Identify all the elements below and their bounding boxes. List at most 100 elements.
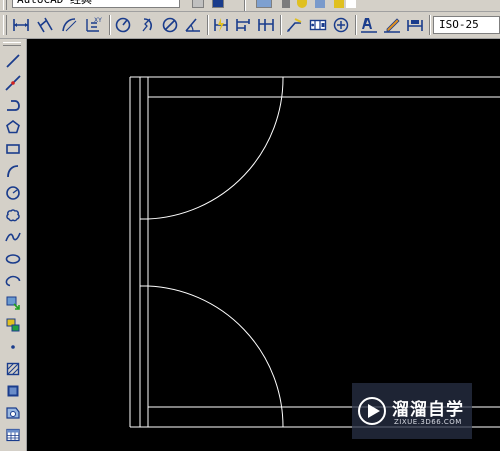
insert-block-icon bbox=[6, 296, 20, 310]
toolbar-grip[interactable] bbox=[3, 0, 7, 10]
toolbar-separator bbox=[244, 0, 246, 11]
radius-dim-icon bbox=[115, 17, 131, 33]
watermark-logo-icon bbox=[358, 397, 386, 425]
baseline-dim-icon bbox=[236, 19, 250, 31]
jogged-dim-icon bbox=[142, 18, 152, 32]
upper-door-swing-arc bbox=[147, 76, 284, 220]
dimension-update-button[interactable] bbox=[405, 15, 425, 35]
dimension-edit-button[interactable] bbox=[359, 15, 379, 35]
diameter-dimension-button[interactable] bbox=[160, 15, 180, 35]
top-toolbar-strip: AutoCAD 经典 bbox=[0, 0, 500, 12]
leader-icon bbox=[287, 18, 302, 32]
watermark-url: ZIXUE.3D66.COM bbox=[394, 418, 462, 426]
make-block-icon bbox=[6, 318, 20, 332]
baseline-dimension-button[interactable] bbox=[233, 15, 253, 35]
toolbar-separator bbox=[207, 15, 209, 35]
line-button[interactable] bbox=[3, 51, 23, 71]
center-mark-icon bbox=[333, 17, 349, 33]
region-button[interactable] bbox=[3, 403, 23, 423]
construction-line-button[interactable] bbox=[3, 73, 23, 93]
watermark: 溜溜自学 ZIXUE.3D66.COM bbox=[352, 383, 472, 439]
dimension-text-edit-button[interactable] bbox=[382, 15, 402, 35]
linear-dim-icon bbox=[13, 19, 29, 31]
ellipse-arc-button[interactable] bbox=[3, 271, 23, 291]
aligned-dim-icon bbox=[37, 17, 53, 33]
polyline-button[interactable] bbox=[3, 95, 23, 115]
polygon-button[interactable] bbox=[3, 117, 23, 137]
hatch-button[interactable] bbox=[3, 359, 23, 379]
arc-length-button[interactable] bbox=[59, 15, 79, 35]
ordinate-dimension-button[interactable]: XY bbox=[83, 15, 103, 35]
toolbar-grip[interactable] bbox=[3, 42, 21, 46]
dimension-style-combo[interactable]: ISO-25 bbox=[433, 16, 500, 34]
circle-button[interactable] bbox=[3, 183, 23, 203]
layer-on-icon[interactable] bbox=[297, 0, 307, 8]
arc-button[interactable] bbox=[3, 161, 23, 181]
continue-dim-icon bbox=[258, 19, 274, 31]
quick-dimension-button[interactable] bbox=[211, 15, 231, 35]
insert-block-button[interactable] bbox=[3, 293, 23, 313]
toolbar-separator bbox=[280, 15, 282, 35]
region-icon bbox=[6, 407, 20, 419]
toolbar-grip[interactable] bbox=[3, 15, 7, 35]
diameter-dim-icon bbox=[162, 17, 178, 33]
wall-line-inner bbox=[139, 77, 149, 427]
line-icon bbox=[6, 54, 20, 68]
layer-lock-icon[interactable] bbox=[334, 0, 344, 8]
point-button[interactable] bbox=[3, 337, 23, 357]
door-frame bbox=[129, 76, 500, 428]
dim-edit-icon bbox=[361, 18, 377, 33]
hatch-icon bbox=[6, 362, 20, 376]
table-icon bbox=[6, 428, 20, 442]
workspace-combo[interactable]: AutoCAD 经典 bbox=[12, 0, 180, 8]
aligned-dimension-button[interactable] bbox=[35, 15, 55, 35]
workspace-settings-button[interactable] bbox=[192, 0, 204, 8]
toolbar-separator bbox=[109, 15, 111, 35]
dimension-toolbar: XY ISO-25 bbox=[0, 12, 500, 39]
gradient-icon bbox=[7, 385, 19, 397]
tolerance-button[interactable] bbox=[308, 15, 328, 35]
draw-toolbar bbox=[0, 39, 27, 451]
tolerance-icon bbox=[309, 19, 327, 31]
center-mark-button[interactable] bbox=[331, 15, 351, 35]
polyline-icon bbox=[7, 100, 20, 111]
layer-state-icon[interactable] bbox=[282, 0, 290, 8]
layer-color-icon[interactable] bbox=[346, 0, 356, 8]
revision-cloud-button[interactable] bbox=[3, 205, 23, 225]
layer-manager-button[interactable] bbox=[256, 0, 272, 8]
gradient-button[interactable] bbox=[3, 381, 23, 401]
revision-cloud-icon bbox=[6, 209, 20, 222]
spline-button[interactable] bbox=[3, 227, 23, 247]
quick-leader-button[interactable] bbox=[284, 15, 304, 35]
workspace-save-button[interactable] bbox=[212, 0, 224, 8]
polygon-icon bbox=[6, 120, 20, 134]
dim-update-icon bbox=[407, 20, 423, 31]
angular-dimension-button[interactable] bbox=[183, 15, 203, 35]
circle-icon bbox=[6, 186, 20, 200]
rectangle-icon bbox=[6, 144, 20, 154]
ellipse-button[interactable] bbox=[3, 249, 23, 269]
linear-dimension-button[interactable] bbox=[11, 15, 31, 35]
radius-dimension-button[interactable] bbox=[113, 15, 133, 35]
point-icon bbox=[11, 345, 15, 349]
toolbar-separator bbox=[429, 15, 431, 35]
dim-text-edit-icon bbox=[384, 18, 400, 33]
toolbar-separator bbox=[355, 15, 357, 35]
make-block-button[interactable] bbox=[3, 315, 23, 335]
ellipse-icon bbox=[5, 254, 21, 264]
jogged-dimension-button[interactable] bbox=[137, 15, 157, 35]
spline-icon bbox=[5, 232, 21, 242]
continue-dimension-button[interactable] bbox=[256, 15, 276, 35]
table-button[interactable] bbox=[3, 425, 23, 445]
watermark-title: 溜溜自学 bbox=[392, 400, 464, 420]
svg-text:XY: XY bbox=[94, 17, 102, 24]
arc-length-icon bbox=[62, 18, 77, 32]
ellipse-arc-icon bbox=[5, 275, 21, 287]
angular-dim-icon bbox=[185, 18, 200, 32]
layer-freeze-icon[interactable] bbox=[315, 0, 325, 8]
quick-dim-icon bbox=[214, 18, 228, 32]
lower-door-swing-arc bbox=[147, 285, 284, 428]
rectangle-button[interactable] bbox=[3, 139, 23, 159]
ordinate-dim-icon: XY bbox=[86, 17, 102, 32]
construction-line-icon bbox=[5, 75, 21, 91]
